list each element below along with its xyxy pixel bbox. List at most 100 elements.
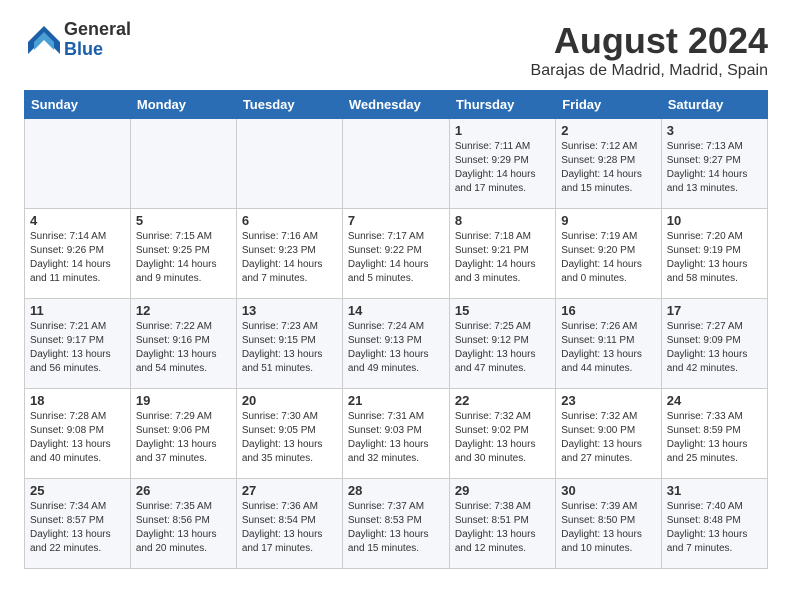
weekday-header-friday: Friday [556,91,662,119]
weekday-header-tuesday: Tuesday [236,91,342,119]
calendar-cell: 11 Sunrise: 7:21 AM Sunset: 9:17 PM Dayli… [25,299,131,389]
day-number: 16 [561,303,656,318]
calendar-cell: 14 Sunrise: 7:24 AM Sunset: 9:13 PM Dayli… [342,299,449,389]
calendar-cell: 17 Sunrise: 7:27 AM Sunset: 9:09 PM Dayli… [661,299,767,389]
day-number: 11 [30,303,125,318]
day-info: Sunrise: 7:22 AM Sunset: 9:16 PM Dayligh… [136,320,231,376]
calendar-cell [342,119,449,209]
weekday-header-monday: Monday [130,91,236,119]
calendar-cell: 3 Sunrise: 7:13 AM Sunset: 9:27 PM Daylig… [661,119,767,209]
day-number: 30 [561,483,656,498]
calendar-week-row: 11 Sunrise: 7:21 AM Sunset: 9:17 PM Dayli… [25,299,768,389]
day-info: Sunrise: 7:30 AM Sunset: 9:05 PM Dayligh… [242,410,337,466]
day-number: 28 [348,483,444,498]
day-info: Sunrise: 7:33 AM Sunset: 8:59 PM Dayligh… [667,410,762,466]
day-info: Sunrise: 7:20 AM Sunset: 9:19 PM Dayligh… [667,230,762,286]
calendar-cell: 23Sunrise: 7:32 AM Sunset: 9:00 PM Dayli… [556,389,662,479]
day-number: 22 [455,393,550,408]
logo-blue-text: Blue [64,40,131,60]
calendar-cell: 18Sunrise: 7:28 AM Sunset: 9:08 PM Dayli… [25,389,131,479]
day-info: Sunrise: 7:25 AM Sunset: 9:12 PM Dayligh… [455,320,550,376]
calendar-cell: 25 Sunrise: 7:34 AM Sunset: 8:57 PM Dayli… [25,479,131,569]
day-info: Sunrise: 7:12 AM Sunset: 9:28 PM Dayligh… [561,140,656,196]
day-info: Sunrise: 7:32 AM Sunset: 9:02 PM Dayligh… [455,410,550,466]
day-info: Sunrise: 7:37 AM Sunset: 8:53 PM Dayligh… [348,500,444,556]
weekday-header-wednesday: Wednesday [342,91,449,119]
day-number: 18 [30,393,125,408]
day-number: 15 [455,303,550,318]
calendar-cell: 29Sunrise: 7:38 AM Sunset: 8:51 PM Dayli… [449,479,555,569]
day-number: 5 [136,213,231,228]
day-info: Sunrise: 7:11 AM Sunset: 9:29 PM Dayligh… [455,140,550,196]
calendar-cell: 1 Sunrise: 7:11 AM Sunset: 9:29 PM Daylig… [449,119,555,209]
day-info: Sunrise: 7:13 AM Sunset: 9:27 PM Dayligh… [667,140,762,196]
day-info: Sunrise: 7:15 AM Sunset: 9:25 PM Dayligh… [136,230,231,286]
day-info: Sunrise: 7:16 AM Sunset: 9:23 PM Dayligh… [242,230,337,286]
day-number: 3 [667,123,762,138]
calendar-cell: 13 Sunrise: 7:23 AM Sunset: 9:15 PM Dayli… [236,299,342,389]
calendar-cell: 30 Sunrise: 7:39 AM Sunset: 8:50 PM Dayli… [556,479,662,569]
day-info: Sunrise: 7:29 AM Sunset: 9:06 PM Dayligh… [136,410,231,466]
calendar-cell [25,119,131,209]
calendar-cell: 22 Sunrise: 7:32 AM Sunset: 9:02 PM Dayli… [449,389,555,479]
day-number: 7 [348,213,444,228]
day-number: 24 [667,393,762,408]
day-info: Sunrise: 7:32 AM Sunset: 9:00 PM Dayligh… [561,410,656,466]
day-number: 6 [242,213,337,228]
calendar-cell: 2 Sunrise: 7:12 AM Sunset: 9:28 PM Daylig… [556,119,662,209]
day-info: Sunrise: 7:39 AM Sunset: 8:50 PM Dayligh… [561,500,656,556]
calendar-table: SundayMondayTuesdayWednesdayThursdayFrid… [24,90,768,569]
day-info: Sunrise: 7:19 AM Sunset: 9:20 PM Dayligh… [561,230,656,286]
calendar-cell: 24 Sunrise: 7:33 AM Sunset: 8:59 PM Dayli… [661,389,767,479]
day-number: 13 [242,303,337,318]
calendar-week-row: 18Sunrise: 7:28 AM Sunset: 9:08 PM Dayli… [25,389,768,479]
page-header: General Blue August 2024 Barajas de Madr… [24,20,768,80]
day-info: Sunrise: 7:21 AM Sunset: 9:17 PM Dayligh… [30,320,125,376]
logo-general-text: General [64,20,131,40]
calendar-cell [130,119,236,209]
day-info: Sunrise: 7:31 AM Sunset: 9:03 PM Dayligh… [348,410,444,466]
calendar-cell: 19 Sunrise: 7:29 AM Sunset: 9:06 PM Dayli… [130,389,236,479]
logo: General Blue [24,20,131,60]
day-number: 1 [455,123,550,138]
calendar-cell: 27Sunrise: 7:36 AM Sunset: 8:54 PM Dayli… [236,479,342,569]
calendar-cell: 20 Sunrise: 7:30 AM Sunset: 9:05 PM Dayli… [236,389,342,479]
day-info: Sunrise: 7:24 AM Sunset: 9:13 PM Dayligh… [348,320,444,376]
day-number: 20 [242,393,337,408]
day-number: 2 [561,123,656,138]
day-number: 9 [561,213,656,228]
calendar-cell: 15 Sunrise: 7:25 AM Sunset: 9:12 PM Dayli… [449,299,555,389]
calendar-title: August 2024 [531,20,768,62]
day-number: 12 [136,303,231,318]
day-info: Sunrise: 7:23 AM Sunset: 9:15 PM Dayligh… [242,320,337,376]
calendar-cell: 12 Sunrise: 7:22 AM Sunset: 9:16 PM Dayli… [130,299,236,389]
day-info: Sunrise: 7:36 AM Sunset: 8:54 PM Dayligh… [242,500,337,556]
calendar-cell: 7 Sunrise: 7:17 AM Sunset: 9:22 PM Daylig… [342,209,449,299]
weekday-header-row: SundayMondayTuesdayWednesdayThursdayFrid… [25,91,768,119]
calendar-week-row: 25 Sunrise: 7:34 AM Sunset: 8:57 PM Dayli… [25,479,768,569]
day-info: Sunrise: 7:35 AM Sunset: 8:56 PM Dayligh… [136,500,231,556]
day-info: Sunrise: 7:18 AM Sunset: 9:21 PM Dayligh… [455,230,550,286]
calendar-week-row: 1 Sunrise: 7:11 AM Sunset: 9:29 PM Daylig… [25,119,768,209]
weekday-header-sunday: Sunday [25,91,131,119]
day-number: 17 [667,303,762,318]
calendar-cell [236,119,342,209]
calendar-cell: 28 Sunrise: 7:37 AM Sunset: 8:53 PM Dayli… [342,479,449,569]
calendar-cell: 5 Sunrise: 7:15 AM Sunset: 9:25 PM Daylig… [130,209,236,299]
calendar-cell: 8 Sunrise: 7:18 AM Sunset: 9:21 PM Daylig… [449,209,555,299]
logo-icon [24,24,62,56]
day-info: Sunrise: 7:38 AM Sunset: 8:51 PM Dayligh… [455,500,550,556]
day-info: Sunrise: 7:34 AM Sunset: 8:57 PM Dayligh… [30,500,125,556]
day-number: 19 [136,393,231,408]
calendar-week-row: 4 Sunrise: 7:14 AM Sunset: 9:26 PM Daylig… [25,209,768,299]
day-number: 8 [455,213,550,228]
weekday-header-saturday: Saturday [661,91,767,119]
day-number: 25 [30,483,125,498]
day-info: Sunrise: 7:17 AM Sunset: 9:22 PM Dayligh… [348,230,444,286]
day-info: Sunrise: 7:14 AM Sunset: 9:26 PM Dayligh… [30,230,125,286]
weekday-header-thursday: Thursday [449,91,555,119]
calendar-cell: 26Sunrise: 7:35 AM Sunset: 8:56 PM Dayli… [130,479,236,569]
day-info: Sunrise: 7:27 AM Sunset: 9:09 PM Dayligh… [667,320,762,376]
day-number: 4 [30,213,125,228]
day-number: 14 [348,303,444,318]
